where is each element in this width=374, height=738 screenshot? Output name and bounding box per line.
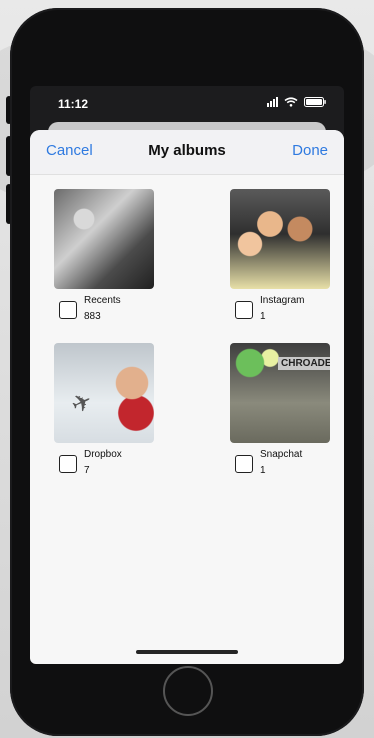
album-thumbnail[interactable]: ✈ [54,343,154,443]
sheet-header: Cancel My albums Done [30,130,344,175]
album-name: Recents [84,295,121,306]
status-icons [267,97,326,107]
thumbnail-sign-text: CHROADER [278,357,330,370]
album-name: Dropbox [84,449,122,460]
album-count: 7 [84,465,90,476]
home-indicator[interactable] [136,650,238,654]
album-snapchat[interactable]: CHROADER Snapchat 1 [230,343,344,479]
album-row: Instagram 1 [230,295,344,325]
albums-sheet: Cancel My albums Done Recents 883 Instag… [30,130,344,664]
status-bar: 11:12 [30,86,344,120]
done-button[interactable]: Done [292,142,328,159]
album-name: Instagram [260,295,305,306]
battery-icon [304,97,326,107]
album-recents[interactable]: Recents 883 [54,189,174,325]
stage: 11:12 Cancel My albums Done Recents 883 … [0,0,374,738]
album-row: Snapchat 1 [230,449,344,479]
home-button-icon[interactable] [163,666,213,716]
album-checkbox[interactable] [59,301,77,319]
phone-screen: 11:12 Cancel My albums Done Recents 883 … [30,86,344,664]
album-checkbox[interactable] [59,455,77,473]
album-thumbnail[interactable]: CHROADER [230,343,330,443]
album-name: Snapchat [260,449,303,460]
airplane-icon: ✈ [67,387,97,420]
album-thumbnail[interactable] [230,189,330,289]
album-thumbnail[interactable] [54,189,154,289]
album-count: 1 [260,311,266,322]
album-dropbox[interactable]: ✈ Dropbox 7 [54,343,174,479]
album-instagram[interactable]: Instagram 1 [230,189,344,325]
status-time: 11:12 [58,97,89,111]
signal-icon [267,97,278,107]
wifi-icon [284,97,298,107]
album-count: 1 [260,465,266,476]
album-row: Recents 883 [54,295,174,325]
album-count: 883 [84,311,101,322]
album-checkbox[interactable] [235,455,253,473]
album-checkbox[interactable] [235,301,253,319]
album-row: Dropbox 7 [54,449,174,479]
